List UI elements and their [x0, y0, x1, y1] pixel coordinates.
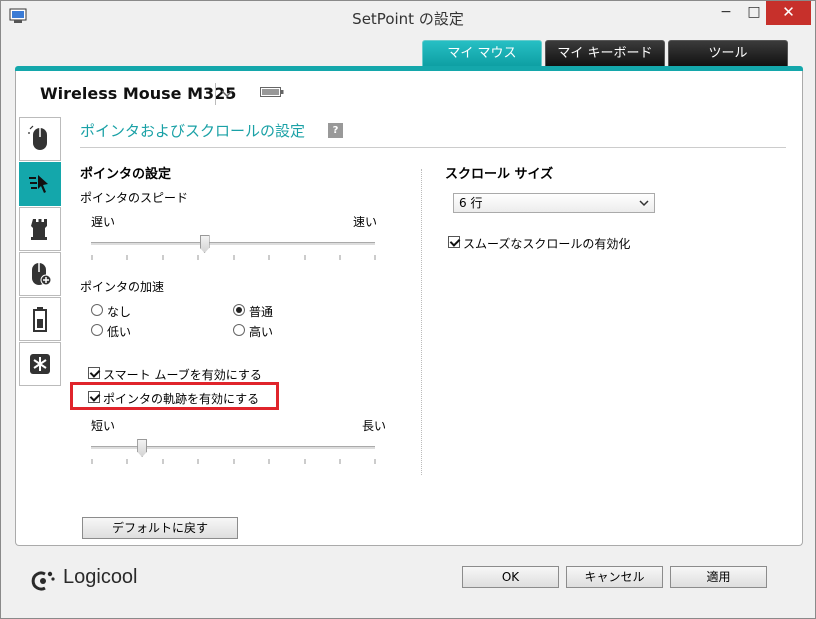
accel-none-label: なし — [107, 305, 132, 319]
accel-low-label: 低い — [107, 325, 132, 339]
pointer-speed-ticks — [91, 255, 376, 260]
accel-high-radio[interactable] — [233, 324, 245, 336]
settings-panel: Wireless Mouse M325 ポインタおよびスクロールの設定 ? ポイ… — [15, 71, 803, 546]
column-divider — [421, 169, 422, 475]
maximize-button[interactable]: □ — [741, 1, 767, 25]
smart-move-checkbox[interactable] — [88, 367, 100, 379]
trail-length-ticks — [91, 459, 376, 464]
close-button[interactable]: ✕ — [766, 1, 811, 25]
mouse-plus-icon — [32, 263, 52, 286]
trail-length-slider-track — [91, 446, 375, 449]
side-tab-mouse-buttons[interactable] — [19, 117, 61, 161]
setpoint-window: SetPoint の設定 − □ ✕ マイ マウス マイ キーボード ツール W… — [0, 0, 816, 619]
trail-long-label: 長い — [362, 419, 387, 433]
settings-star-icon — [30, 354, 50, 374]
title-bar: SetPoint の設定 − □ ✕ — [1, 1, 815, 33]
pointer-speed-label: ポインタのスピード — [80, 191, 189, 205]
tab-my-keyboard[interactable]: マイ キーボード — [545, 40, 665, 67]
pointer-settings-heading: ポインタの設定 — [80, 167, 172, 182]
device-chevron-down-icon[interactable] — [218, 83, 236, 103]
scroll-size-select[interactable]: 6 行 — [453, 193, 655, 213]
pointer-icon — [29, 175, 48, 193]
side-tab-pointer[interactable] — [19, 162, 61, 206]
logicool-logo: Logicool — [29, 566, 169, 594]
accel-high-label: 高い — [249, 325, 274, 339]
pointer-trail-label: ポインタの軌跡を有効にする — [103, 392, 260, 406]
side-tabs — [19, 117, 61, 387]
smooth-scroll-checkbox[interactable] — [448, 236, 460, 248]
tab-my-mouse[interactable]: マイ マウス — [422, 40, 542, 67]
side-tab-mouse-plus[interactable] — [19, 252, 61, 296]
cancel-button[interactable]: キャンセル — [566, 566, 663, 588]
battery-icon — [260, 87, 284, 97]
pointer-accel-label: ポインタの加速 — [80, 280, 165, 294]
pointer-speed-slider-track — [91, 242, 375, 245]
window-title: SetPoint の設定 — [352, 10, 464, 28]
logicool-logo-icon — [31, 571, 55, 591]
section-title: ポインタおよびスクロールの設定 — [80, 122, 306, 140]
accel-normal-radio[interactable] — [233, 304, 245, 316]
pointer-speed-slider-thumb[interactable] — [199, 235, 210, 253]
speed-slow-label: 遅い — [91, 215, 116, 229]
section-divider — [80, 147, 786, 148]
side-tab-settings[interactable] — [19, 342, 61, 386]
smart-move-label: スマート ムーブを有効にする — [103, 368, 262, 382]
accel-normal-label: 普通 — [249, 305, 274, 319]
ok-button[interactable]: OK — [462, 566, 559, 588]
chevron-down-icon — [639, 200, 649, 207]
accel-none-radio[interactable] — [91, 304, 103, 316]
speed-fast-label: 速い — [353, 215, 378, 229]
logo-text: Logicool — [63, 566, 138, 588]
trail-short-label: 短い — [91, 419, 116, 433]
side-tab-game[interactable] — [19, 207, 61, 251]
trail-length-slider-thumb[interactable] — [137, 439, 148, 457]
mouse-buttons-icon — [28, 125, 47, 150]
pointer-trail-checkbox[interactable] — [88, 391, 100, 403]
scroll-size-heading: スクロール サイズ — [445, 167, 554, 182]
smooth-scroll-label: スムーズなスクロールの有効化 — [463, 237, 631, 251]
help-icon[interactable]: ? — [328, 123, 343, 138]
tab-tools[interactable]: ツール — [668, 40, 788, 67]
minimize-button[interactable]: − — [713, 1, 739, 25]
apply-button[interactable]: 適用 — [670, 566, 767, 588]
game-tower-icon — [31, 219, 47, 240]
scroll-size-value: 6 行 — [459, 196, 483, 210]
battery-status-icon — [33, 307, 47, 332]
restore-defaults-button[interactable]: デフォルトに戻す — [82, 517, 238, 539]
device-name: Wireless Mouse M325 — [40, 84, 237, 103]
device-divider — [215, 83, 216, 105]
accel-low-radio[interactable] — [91, 324, 103, 336]
side-tab-battery[interactable] — [19, 297, 61, 341]
